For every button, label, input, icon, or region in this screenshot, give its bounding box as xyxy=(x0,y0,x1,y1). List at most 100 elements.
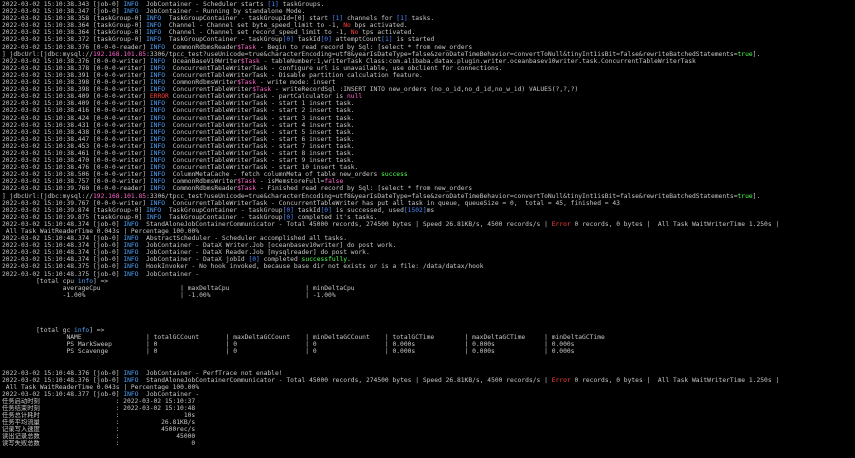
log-text: 2022-03-02 15:10:48.375 [job-0] xyxy=(2,270,124,278)
terminal-window[interactable]: 2022-03-02 15:10:38.343 [job-0] INFO Job… xyxy=(0,0,855,458)
log-text: 2022-03-02 15:10:48.374 [job-0] xyxy=(2,235,124,243)
log-text: ConcurrentTableWriterTask - ConcurrentTa… xyxy=(165,199,620,207)
log-text: true xyxy=(737,192,753,200)
log-text: 2022-03-02 15:10:38.364 [taskGroup-0] xyxy=(2,22,147,30)
log-line: 2022-03-02 15:10:48.377 [job-0] INFO Job… xyxy=(2,391,855,398)
log-text: INFO xyxy=(149,64,166,72)
log-text: 2022-03-02 15:10:38.372 [taskGroup-0] xyxy=(2,36,147,44)
log-text: - isMemstoreFull= xyxy=(256,178,325,186)
log-text: TaskGroupContainer - taskGroup xyxy=(161,206,283,214)
log-text: 2022-03-02 15:10:38.409 [0-0-0-writer] xyxy=(2,100,150,108)
log-text: 2022-03-02 15:10:38.347 [job-0] xyxy=(2,8,124,16)
log-line: 2022-03-02 15:10:38.416 [0-0-0-writer] I… xyxy=(2,107,855,114)
log-text: INFO xyxy=(149,164,166,172)
log-line: 2022-03-02 15:10:38.391 [0-0-0-writer] I… xyxy=(2,72,855,79)
log-text: 任务启动时刻 : 2022-03-02 15:10:37 xyxy=(2,397,196,405)
log-text: attemptCount xyxy=(331,36,382,44)
log-line: 2022-03-02 15:10:38.358 [taskGroup-0] IN… xyxy=(2,15,855,22)
log-text: 2022-03-02 15:10:38.358 [taskGroup-0] xyxy=(2,15,147,23)
log-text: CommonRdbmsWriter xyxy=(165,79,238,87)
log-text: averageCpu | maxDeltaCpu | minDeltaCpu xyxy=(2,284,355,292)
log-text: completed it's tasks. xyxy=(293,213,378,221)
log-text: 192.168.101.85 xyxy=(93,192,147,200)
log-text: completed xyxy=(259,256,302,264)
log-line: 2022-03-02 15:10:38.453 [0-0-0-writer] I… xyxy=(2,143,855,150)
log-text: INFO xyxy=(123,263,139,271)
log-line: 2022-03-02 15:10:38.378 [0-0-0-writer] I… xyxy=(2,65,855,72)
log-text: INFO xyxy=(149,107,166,115)
log-text: 2022-03-02 15:10:48.377 [job-0] xyxy=(2,390,124,398)
log-text: 2022-03-02 15:10:38.447 [0-0-0-writer] xyxy=(2,135,150,143)
log-text: channels for xyxy=(343,15,397,23)
log-line: 2022-03-02 15:10:38.470 [0-0-0-writer] I… xyxy=(2,157,855,164)
log-line: 2022-03-02 15:10:39.760 [0-0-0-reader] I… xyxy=(2,185,855,192)
log-text: 2022-03-02 15:10:38.438 [0-0-0-writer] xyxy=(2,128,150,136)
log-line: 2022-03-02 15:10:39.875 [taskGroup-0] IN… xyxy=(2,214,855,221)
log-text: 2022-03-02 15:10:38.424 [0-0-0-writer] xyxy=(2,114,150,122)
log-text: [0] xyxy=(248,256,260,264)
log-line: 2022-03-02 15:10:48.374 [job-0] INFO Job… xyxy=(2,249,855,256)
log-text: -1.00% | -1.00% | -1.00% xyxy=(2,291,336,299)
log-text: 2022-03-02 15:10:48.376 [job-0] xyxy=(2,369,124,377)
log-line: 2022-03-02 15:10:38.343 [job-0] INFO Job… xyxy=(2,1,855,8)
log-text: INFO xyxy=(146,36,162,44)
log-text: 2022-03-02 15:10:39.767 [0-0-0-writer] xyxy=(2,199,150,207)
log-text: INFO xyxy=(123,235,139,243)
log-text: ConcurrentTableWriterTask - start 8 inse… xyxy=(165,149,355,157)
log-line: 记录写入速度 : 4500rec/s xyxy=(2,426,855,433)
log-line: -1.00% | -1.00% | -1.00% xyxy=(2,292,855,299)
log-line: ] jdbcUrl:[jdbc:mysql://192.168.101.85:3… xyxy=(2,193,855,200)
log-text: INFO xyxy=(123,390,139,398)
log-text: - writeRecordSql :INSERT INTO new_orders… xyxy=(271,86,579,94)
log-text: - tableNumber:1,writerTask Class:com.ali… xyxy=(259,57,696,65)
log-text: ConcurrentTableWriterTask - Disable part… xyxy=(165,71,423,79)
log-line: 2022-03-02 15:10:39.767 [0-0-0-writer] I… xyxy=(2,200,855,207)
log-text: ] jdbcUrl:[jdbc:mysql:// xyxy=(2,192,93,200)
log-text: 2022-03-02 15:10:38.378 [0-0-0-writer] xyxy=(2,64,150,72)
log-text: INFO xyxy=(149,135,166,143)
log-text: ConcurrentTableWriterTask - start 9 inse… xyxy=(165,157,355,165)
log-text: :3306/tpcc_test?useUnicode=true&characte… xyxy=(146,50,738,58)
log-line: 任务平均流量 : 26.81KB/s xyxy=(2,419,855,426)
log-text: 2022-03-02 15:10:38.391 [0-0-0-writer] xyxy=(2,71,150,79)
log-text: ConcurrentTableWriterTask - partCalculat… xyxy=(168,93,348,101)
log-text: 记录写入速度 : 4500rec/s xyxy=(2,426,196,434)
log-text: taskGroups. xyxy=(278,1,325,8)
log-text: StandAloneJobContainerCommunicator - Tot… xyxy=(138,376,552,384)
log-text: StandAloneJobContainerCommunicator - Tot… xyxy=(138,220,552,228)
log-text: $Task xyxy=(237,43,257,51)
log-line: 2022-03-02 15:10:38.409 [0-0-0-writer] I… xyxy=(2,100,855,107)
log-line: 2022-03-02 15:10:38.447 [0-0-0-writer] I… xyxy=(2,136,855,143)
log-text: [0] xyxy=(282,206,294,214)
log-text: 2022-03-02 15:10:38.398 [0-0-0-writer] xyxy=(2,79,150,87)
log-text: 0 records, 0 bytes | All Task WaitWriter… xyxy=(570,376,780,384)
log-line: 2022-03-02 15:10:38.438 [0-0-0-writer] I… xyxy=(2,129,855,136)
log-text: - write mode: insert xyxy=(256,79,336,87)
log-text: INFO xyxy=(146,29,162,37)
log-text: [total cpu xyxy=(2,277,78,285)
log-text: ConcurrentTableWriterTask - start 1 inse… xyxy=(165,100,355,108)
log-text: JobContainer - xyxy=(138,390,200,398)
log-text: No xyxy=(343,22,351,30)
log-text: INFO xyxy=(149,128,166,136)
log-text: JobContainer - DataX jobId xyxy=(138,256,249,264)
log-line: 2022-03-02 15:10:48.374 [job-0] INFO Abs… xyxy=(2,235,855,242)
log-text: 任务平均流量 : 26.81KB/s xyxy=(2,419,196,427)
log-text: All Task WaitReaderTime 0.043s | Percent… xyxy=(2,383,200,391)
log-text: - Begin to read record by Sql: [select *… xyxy=(256,43,473,51)
log-text: 2022-03-02 15:10:38.364 [taskGroup-0] xyxy=(2,29,147,37)
log-text: successfully xyxy=(301,256,348,264)
log-line: 2022-03-02 15:10:38.364 [taskGroup-0] IN… xyxy=(2,29,855,36)
log-text: INFO xyxy=(149,199,166,207)
log-text: ConcurrentTableWriterTask - start 2 inse… xyxy=(165,107,355,115)
log-line: 任务结束时刻 : 2022-03-02 15:10:48 xyxy=(2,405,855,412)
log-line: 2022-03-02 15:10:48.374 [job-0] INFO Job… xyxy=(2,242,855,249)
log-text: false xyxy=(324,178,344,186)
log-text: $Task xyxy=(252,86,272,94)
log-text: TaskGroupContainer - taskGroup xyxy=(161,36,283,44)
log-text: 2022-03-02 15:10:38.506 [0-0-0-writer] xyxy=(2,171,150,179)
log-text: ] jdbcUrl:[jdbc:mysql:// xyxy=(2,50,93,58)
log-text: INFO xyxy=(149,57,166,65)
log-text: [0] xyxy=(320,206,332,214)
